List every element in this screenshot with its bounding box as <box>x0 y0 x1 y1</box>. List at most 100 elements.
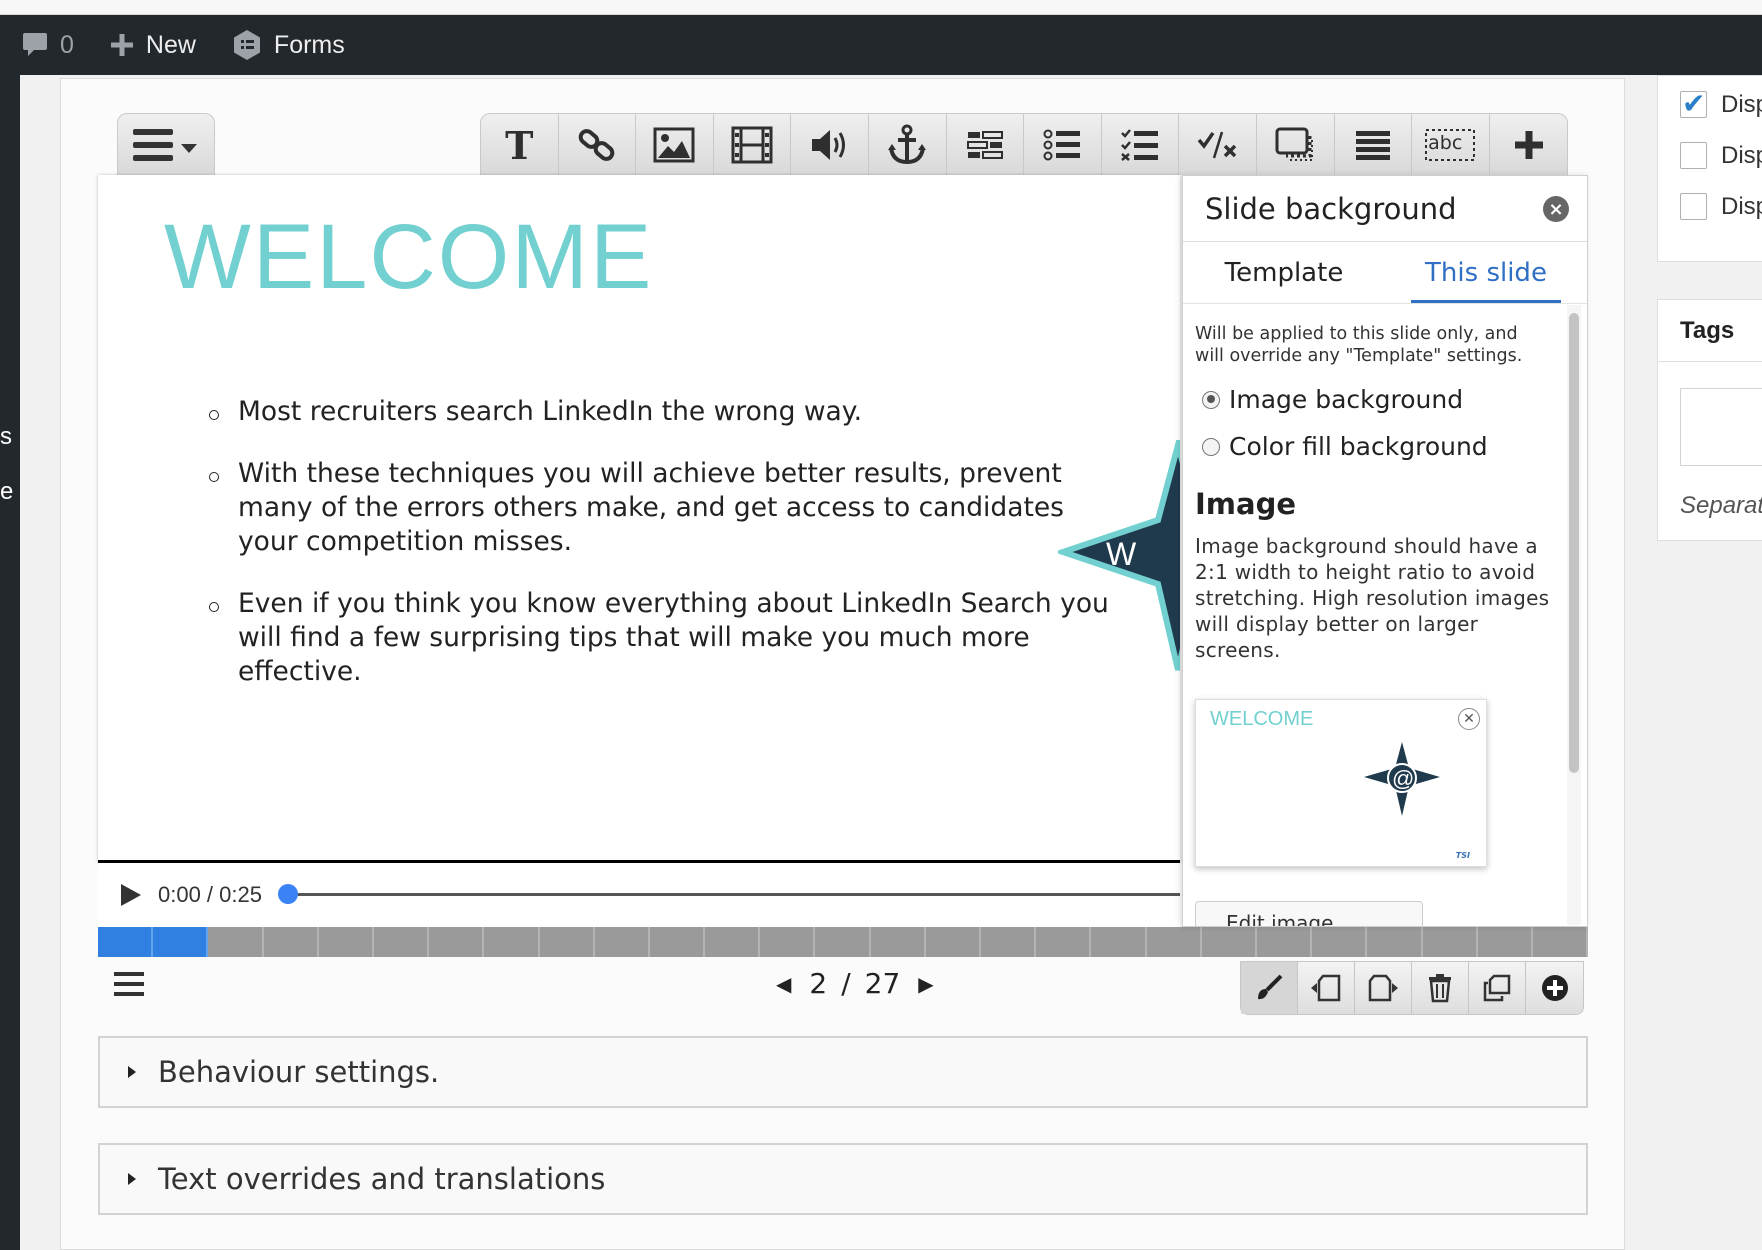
checklist-tool-button[interactable] <box>1102 114 1180 175</box>
bullet-item: Even if you think you know everything ab… <box>209 587 1118 689</box>
anchor-tool-button[interactable] <box>869 114 947 175</box>
progress-segment[interactable] <box>1091 927 1147 957</box>
next-slide-icon[interactable]: ▶ <box>900 972 951 996</box>
image-section-description: Image background should have a 2:1 width… <box>1195 534 1550 662</box>
add-slide-button[interactable] <box>1526 962 1583 1014</box>
progress-segment[interactable] <box>429 927 485 957</box>
add-content-tool-button[interactable] <box>1490 114 1568 175</box>
slides-list-icon[interactable] <box>112 969 146 999</box>
tab-this-slide[interactable]: This slide <box>1385 242 1587 303</box>
progress-segment[interactable] <box>540 927 595 957</box>
progress-segment[interactable] <box>871 927 926 957</box>
plus-icon <box>1514 131 1543 159</box>
progress-segment[interactable] <box>650 927 706 957</box>
progress-segment[interactable] <box>1423 927 1478 957</box>
edit-image-button[interactable]: Edit image <box>1195 901 1423 926</box>
seek-bar[interactable] <box>278 884 1180 904</box>
progress-segment[interactable] <box>815 927 871 957</box>
radio-button[interactable] <box>1202 437 1220 456</box>
compass-logo-icon: W <box>1058 440 1180 671</box>
slide-background-button[interactable] <box>1241 962 1298 1014</box>
progress-segment[interactable] <box>1312 927 1368 957</box>
audio-tool-button[interactable] <box>791 114 869 175</box>
progress-segment[interactable] <box>98 927 154 957</box>
progress-segment[interactable] <box>760 927 816 957</box>
behaviour-settings-accordion[interactable]: Behaviour settings. <box>98 1036 1588 1108</box>
dialog-card-tool-button[interactable] <box>1257 114 1335 175</box>
move-left-icon <box>1311 974 1341 1002</box>
video-tool-button[interactable] <box>714 114 792 175</box>
checkbox[interactable] <box>1680 193 1707 220</box>
background-image-thumbnail[interactable]: WELCOME ✕ @ TSI <box>1195 699 1487 867</box>
text-tool-button[interactable]: T <box>481 114 559 175</box>
text-overrides-accordion[interactable]: Text overrides and translations <box>98 1143 1588 1215</box>
comments-menu[interactable]: 0 <box>22 31 74 60</box>
progress-segment[interactable] <box>595 927 650 957</box>
play-icon[interactable] <box>118 882 144 908</box>
progress-segment[interactable] <box>981 927 1037 957</box>
progress-segment[interactable] <box>1202 927 1257 957</box>
progress-segment[interactable] <box>1478 927 1533 957</box>
slide-tools-group <box>1240 961 1584 1015</box>
table-tool-button[interactable] <box>947 114 1025 175</box>
content-type-toolbar: T abc <box>480 113 1569 175</box>
accordion-label: Text overrides and translations <box>158 1162 606 1196</box>
progress-segment[interactable] <box>1036 927 1092 957</box>
display-option-row[interactable]: Disp <box>1658 130 1762 181</box>
slides-menu-button[interactable] <box>117 113 215 175</box>
progress-segment[interactable] <box>208 927 264 957</box>
display-option-row[interactable]: Disp <box>1658 181 1762 232</box>
scrollbar-thumb[interactable] <box>1569 313 1579 773</box>
slide-background-body: Will be applied to this slide only, and … <box>1183 305 1563 926</box>
checkbox[interactable] <box>1680 142 1707 169</box>
sidebar-fragment-1[interactable]: s <box>0 423 12 451</box>
progress-segment[interactable] <box>1257 927 1313 957</box>
new-menu[interactable]: New <box>110 31 196 60</box>
trash-icon <box>1429 974 1451 1003</box>
move-slide-right-button[interactable] <box>1355 962 1412 1014</box>
panel-scrollbar[interactable] <box>1567 305 1581 925</box>
comments-count: 0 <box>60 30 74 59</box>
sidebar-fragment-2[interactable]: e <box>0 478 13 506</box>
progress-segment[interactable] <box>374 927 430 957</box>
progress-segment[interactable] <box>319 927 374 957</box>
slide-progress-bar <box>98 927 1589 957</box>
tags-title: Tags <box>1658 300 1762 362</box>
delete-slide-button[interactable] <box>1412 962 1469 1014</box>
display-option-row[interactable]: Disp <box>1658 79 1762 130</box>
image-tool-button[interactable] <box>636 114 714 175</box>
move-slide-left-button[interactable] <box>1298 962 1355 1014</box>
progress-segment[interactable] <box>926 927 981 957</box>
image-background-option[interactable]: Image background <box>1195 385 1551 414</box>
progress-segment[interactable] <box>705 927 761 957</box>
slide-bullet-list[interactable]: Most recruiters search LinkedIn the wron… <box>209 395 1118 717</box>
previous-slide-icon[interactable]: ◀ <box>758 972 809 996</box>
fill-in-blanks-tool-button[interactable]: abc <box>1412 114 1490 175</box>
remove-image-icon[interactable]: ✕ <box>1458 708 1480 730</box>
current-slide-number: 2 <box>809 967 828 1000</box>
progress-segment[interactable] <box>1367 927 1423 957</box>
link-tool-button[interactable] <box>559 114 637 175</box>
progress-segment[interactable] <box>1533 927 1589 957</box>
true-false-tool-button[interactable] <box>1179 114 1257 175</box>
checkbox[interactable] <box>1680 87 1707 120</box>
progress-segment[interactable] <box>153 927 209 957</box>
slide-title[interactable]: WELCOME <box>164 205 653 310</box>
tags-input[interactable] <box>1680 388 1762 466</box>
slide-background-title: Slide background <box>1205 191 1457 226</box>
progress-segment[interactable] <box>1147 927 1202 957</box>
tab-template[interactable]: Template <box>1183 242 1385 303</box>
color-fill-background-option[interactable]: Color fill background <box>1195 432 1551 461</box>
summary-tool-button[interactable] <box>1335 114 1413 175</box>
summary-icon <box>1355 131 1390 160</box>
forms-menu[interactable]: Forms <box>232 29 345 61</box>
list-tool-button[interactable] <box>1024 114 1102 175</box>
close-icon[interactable]: × <box>1543 196 1569 222</box>
slide-pager: ◀ 2 / 27 ▶ <box>758 967 952 1000</box>
slide-canvas[interactable]: WELCOME Most recruiters search LinkedIn … <box>98 175 1180 863</box>
seek-knob[interactable] <box>278 884 298 904</box>
progress-segment[interactable] <box>264 927 319 957</box>
clone-slide-button[interactable] <box>1469 962 1526 1014</box>
progress-segment[interactable] <box>484 927 540 957</box>
radio-button[interactable] <box>1202 390 1220 409</box>
